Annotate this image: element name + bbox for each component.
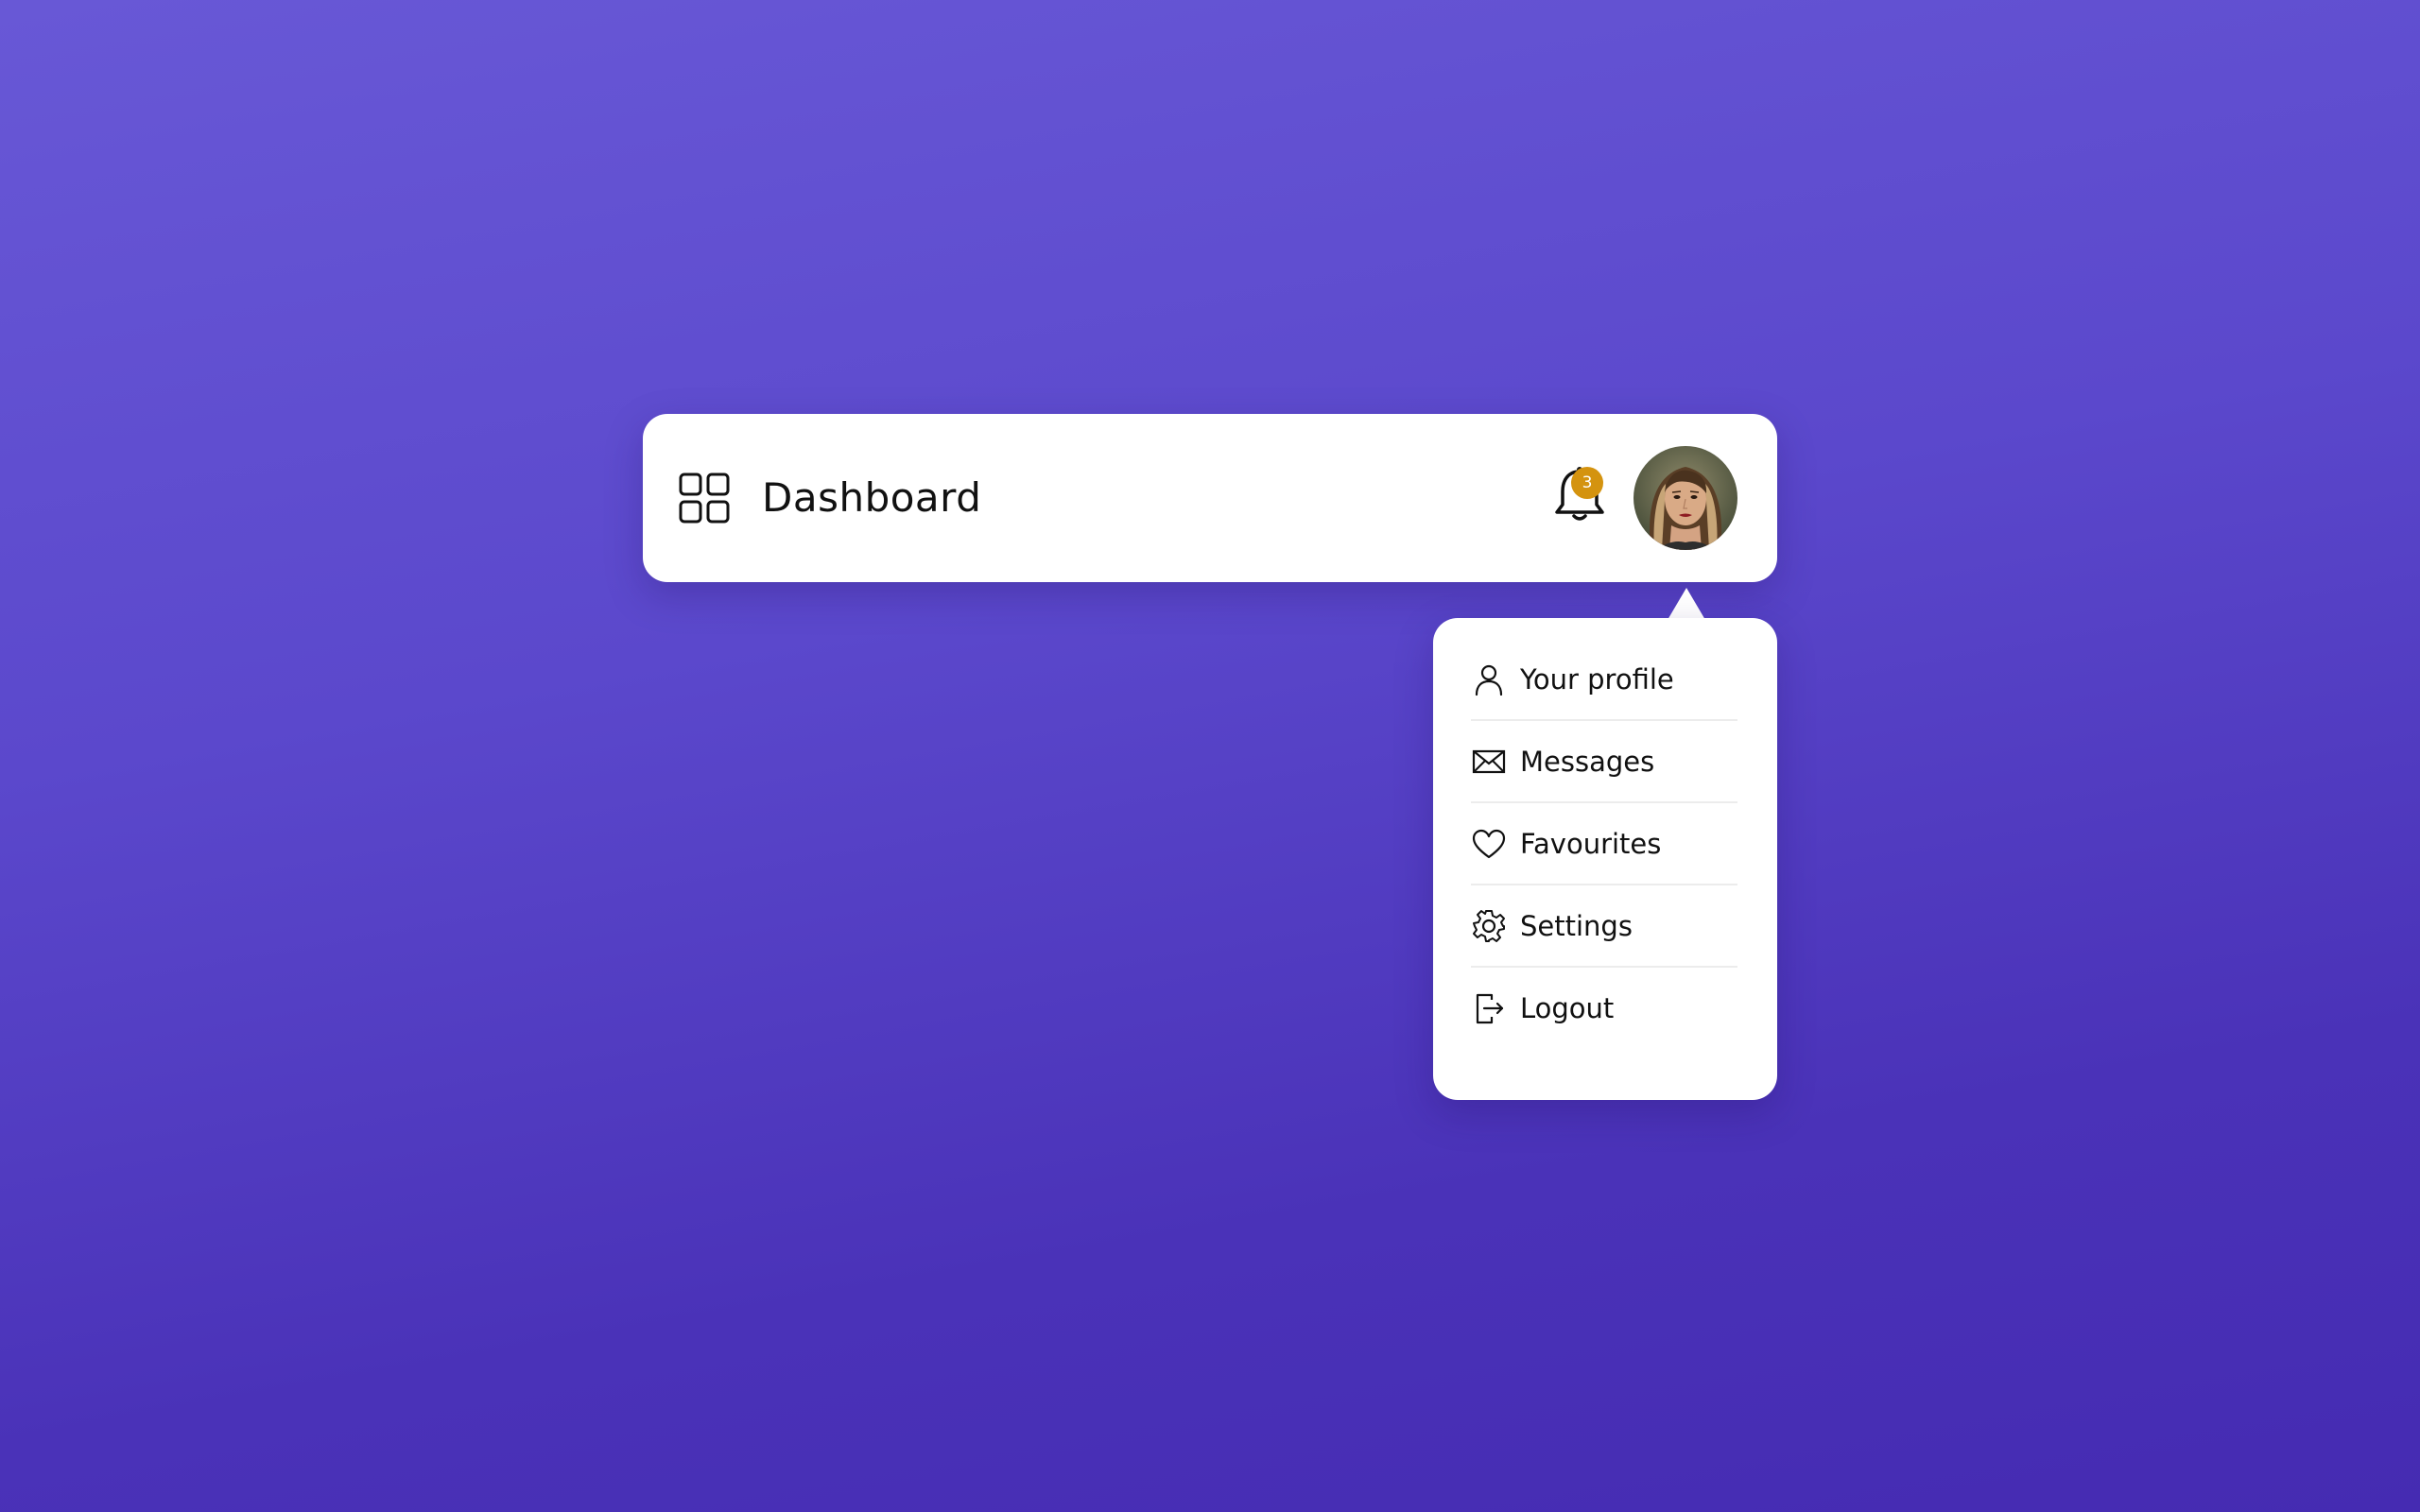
notification-count-badge: 3	[1571, 467, 1603, 499]
menu-item-your-profile[interactable]: Your profile	[1471, 639, 1737, 721]
page-title: Dashboard	[762, 474, 982, 521]
menu-item-label: Your profile	[1520, 662, 1674, 696]
menu-pointer	[1668, 588, 1705, 620]
menu-item-label: Settings	[1520, 909, 1633, 942]
avatar[interactable]	[1634, 446, 1737, 550]
user-photo	[1634, 446, 1737, 550]
envelope-icon	[1472, 749, 1506, 773]
user-icon	[1475, 664, 1503, 696]
grid-icon[interactable]	[679, 472, 730, 524]
menu-item-messages[interactable]: Messages	[1471, 721, 1737, 803]
menu-item-label: Favourites	[1520, 827, 1662, 860]
top-navbar: Dashboard 3	[643, 414, 1777, 582]
menu-item-label: Messages	[1520, 745, 1655, 778]
heart-icon	[1472, 829, 1506, 858]
menu-item-settings[interactable]: Settings	[1471, 885, 1737, 968]
gear-icon	[1473, 909, 1505, 942]
logout-icon	[1476, 993, 1504, 1023]
menu-item-label: Logout	[1520, 991, 1615, 1024]
menu-item-favourites[interactable]: Favourites	[1471, 803, 1737, 885]
profile-dropdown-menu: Your profile Messages Favourites Setting…	[1433, 618, 1777, 1100]
menu-item-logout[interactable]: Logout	[1471, 968, 1737, 1048]
